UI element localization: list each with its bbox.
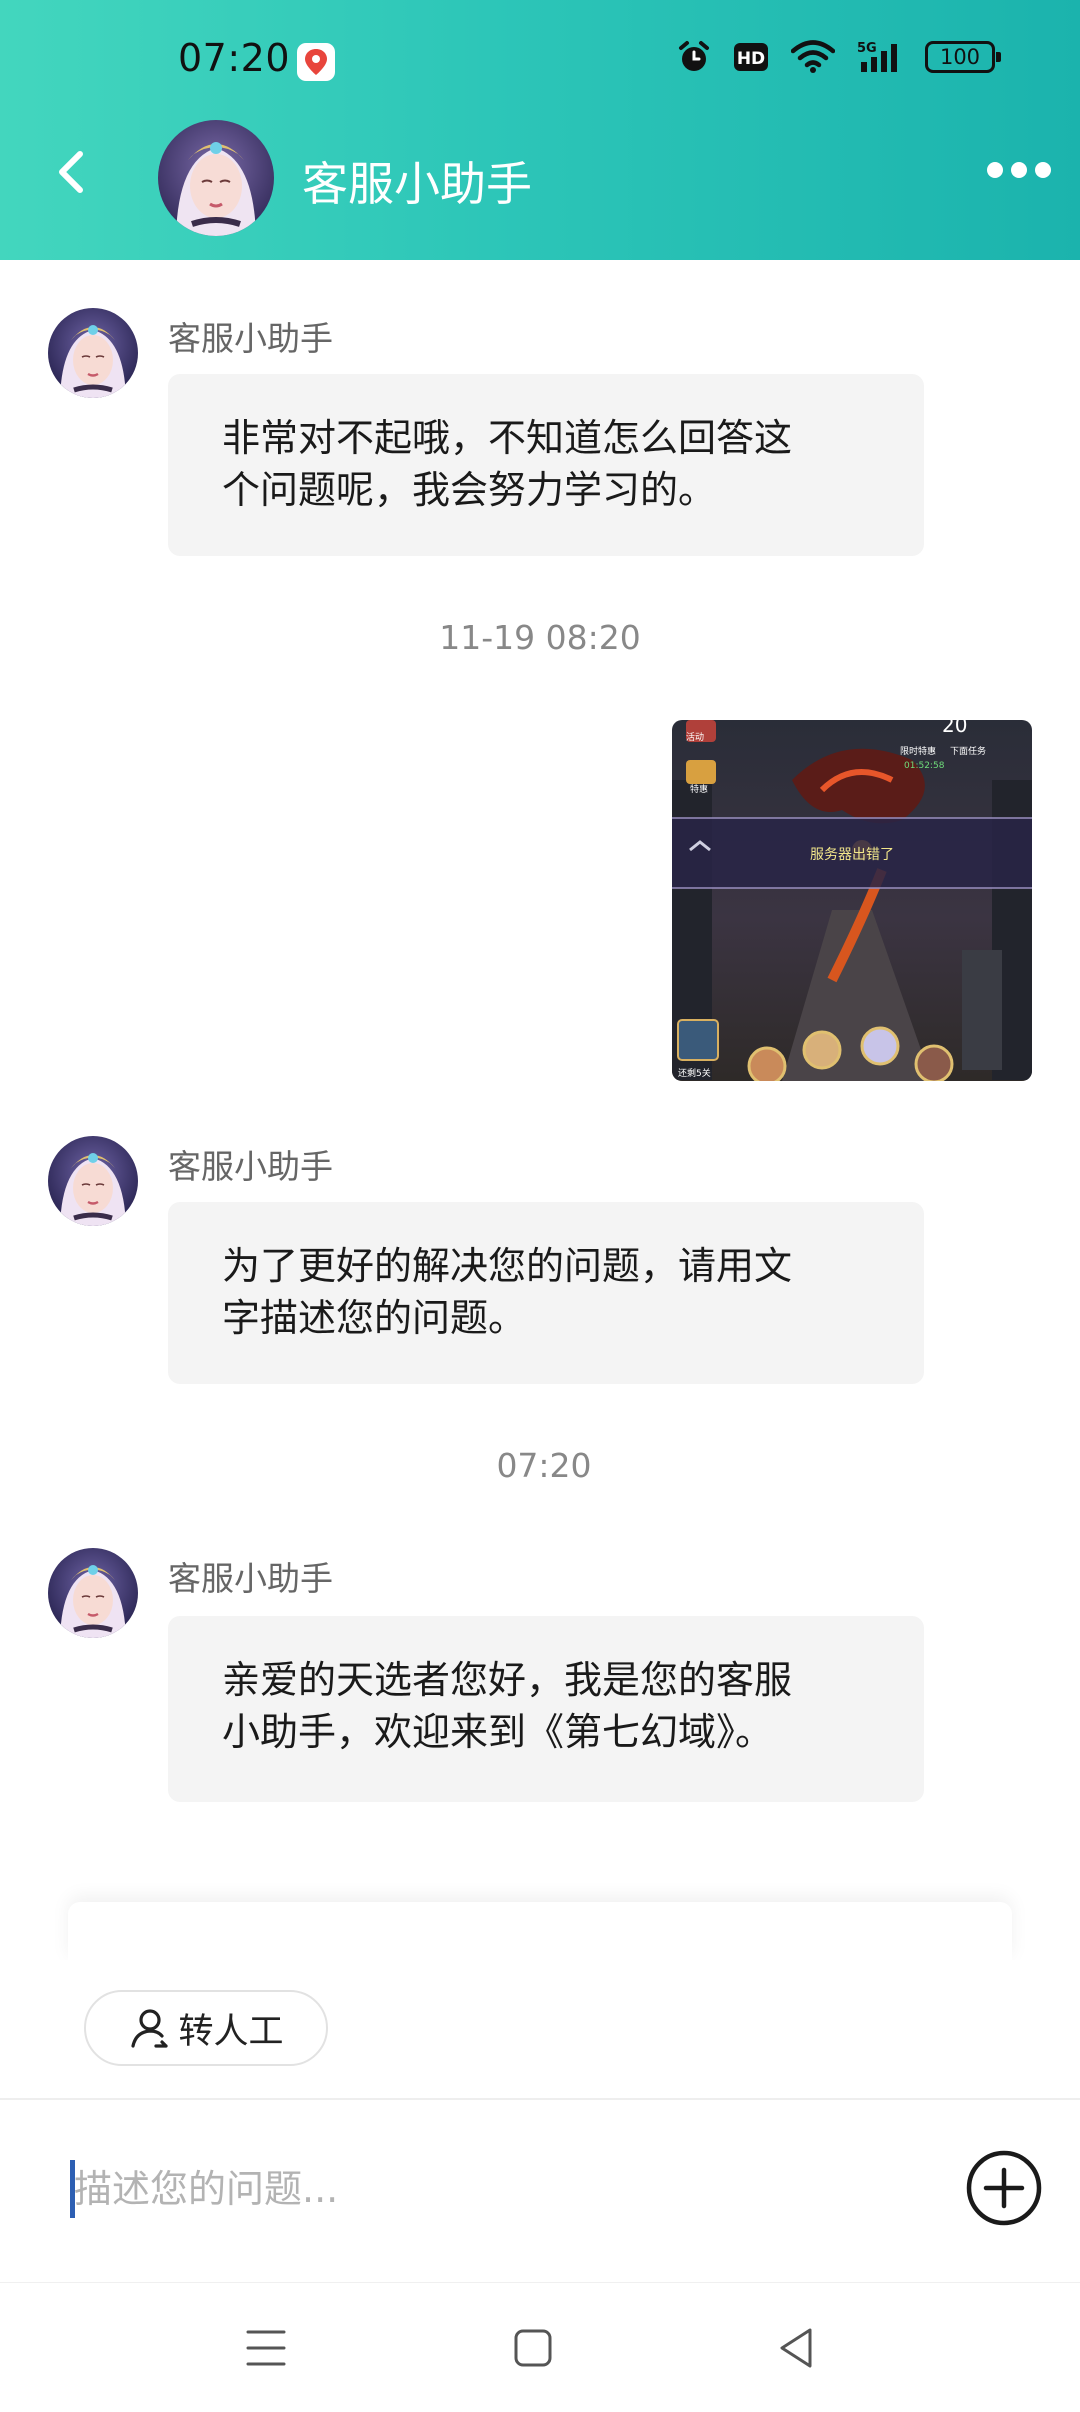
message-line: 为了更好的解决您的问题，请用文: [222, 1244, 793, 1288]
alarm-icon: [679, 41, 709, 71]
message-input[interactable]: [74, 2160, 934, 2218]
hd-icon: HD: [734, 43, 768, 71]
game-remaining-label: 还剩5关: [678, 1067, 711, 1079]
person-icon: [131, 2009, 169, 2048]
wifi-icon: [791, 40, 835, 73]
message-line: 亲爱的天选者您好，我是您的客服: [222, 1658, 793, 1702]
chat-header: 07:20 HD 5G 100 客服小助手: [0, 0, 1080, 260]
battery-level: 100: [939, 45, 981, 69]
message-line: 个问题呢，我会努力学习的。: [222, 468, 717, 512]
message-bubble[interactable]: 亲爱的天选者您好，我是您的客服 小助手，欢迎来到《第七幻域》。: [168, 1616, 924, 1802]
assistant-avatar[interactable]: [48, 1548, 138, 1638]
5g-signal-icon: 5G: [857, 41, 897, 72]
card-message-peek: [68, 1902, 1012, 1962]
home-icon[interactable]: [505, 2320, 561, 2376]
battery-icon: 100: [925, 41, 1001, 73]
back-nav-icon[interactable]: [770, 2320, 826, 2376]
message-timestamp: 11-19 08:20: [439, 618, 641, 657]
sender-name: 客服小助手: [168, 319, 333, 358]
more-options-button[interactable]: [984, 150, 1054, 190]
message-line: 非常对不起哦，不知道怎么回答这: [222, 416, 793, 460]
svg-text:HD: HD: [737, 49, 765, 69]
assistant-avatar[interactable]: [158, 120, 274, 236]
game-task-label: 下面任务: [950, 745, 986, 757]
svg-text:5G: 5G: [857, 41, 877, 56]
status-time: 07:20: [178, 36, 291, 80]
message-bubble[interactable]: 为了更好的解决您的问题，请用文 字描述您的问题。: [168, 1202, 924, 1384]
assistant-avatar[interactable]: [48, 308, 138, 398]
game-activity-label: 活动: [686, 731, 704, 743]
back-button[interactable]: [46, 142, 98, 202]
add-attachment-button[interactable]: [964, 2148, 1044, 2228]
game-deal-label: 特惠: [690, 783, 708, 795]
server-error-text: 服务器出错了: [810, 847, 894, 863]
game-timer: 01:52:58: [904, 761, 945, 771]
sent-screenshot-image[interactable]: 活动 特惠 20 限时特惠 下面任务 01:52:58 服务器出错了 还剩5关: [672, 720, 1032, 1081]
status-icons: HD 5G 100: [677, 40, 1001, 74]
sender-name: 客服小助手: [168, 1559, 333, 1598]
chat-title: 客服小助手: [302, 157, 532, 211]
transfer-label: 转人工: [178, 2011, 284, 2052]
message-line: 字描述您的问题。: [222, 1296, 527, 1340]
game-counter: 20: [942, 720, 967, 737]
assistant-avatar[interactable]: [48, 1136, 138, 1226]
game-offer-label: 限时特惠: [900, 745, 936, 757]
message-bubble[interactable]: 非常对不起哦，不知道怎么回答这 个问题呢，我会努力学习的。: [168, 374, 924, 556]
sender-name: 客服小助手: [168, 1147, 333, 1186]
transfer-to-human-button[interactable]: 转人工: [84, 1990, 328, 2066]
message-timestamp: 07:20: [496, 1446, 592, 1485]
menu-icon[interactable]: [238, 2320, 294, 2376]
map-pin-app-icon: [297, 43, 335, 81]
message-line: 小助手，欢迎来到《第七幻域》。: [222, 1710, 774, 1754]
